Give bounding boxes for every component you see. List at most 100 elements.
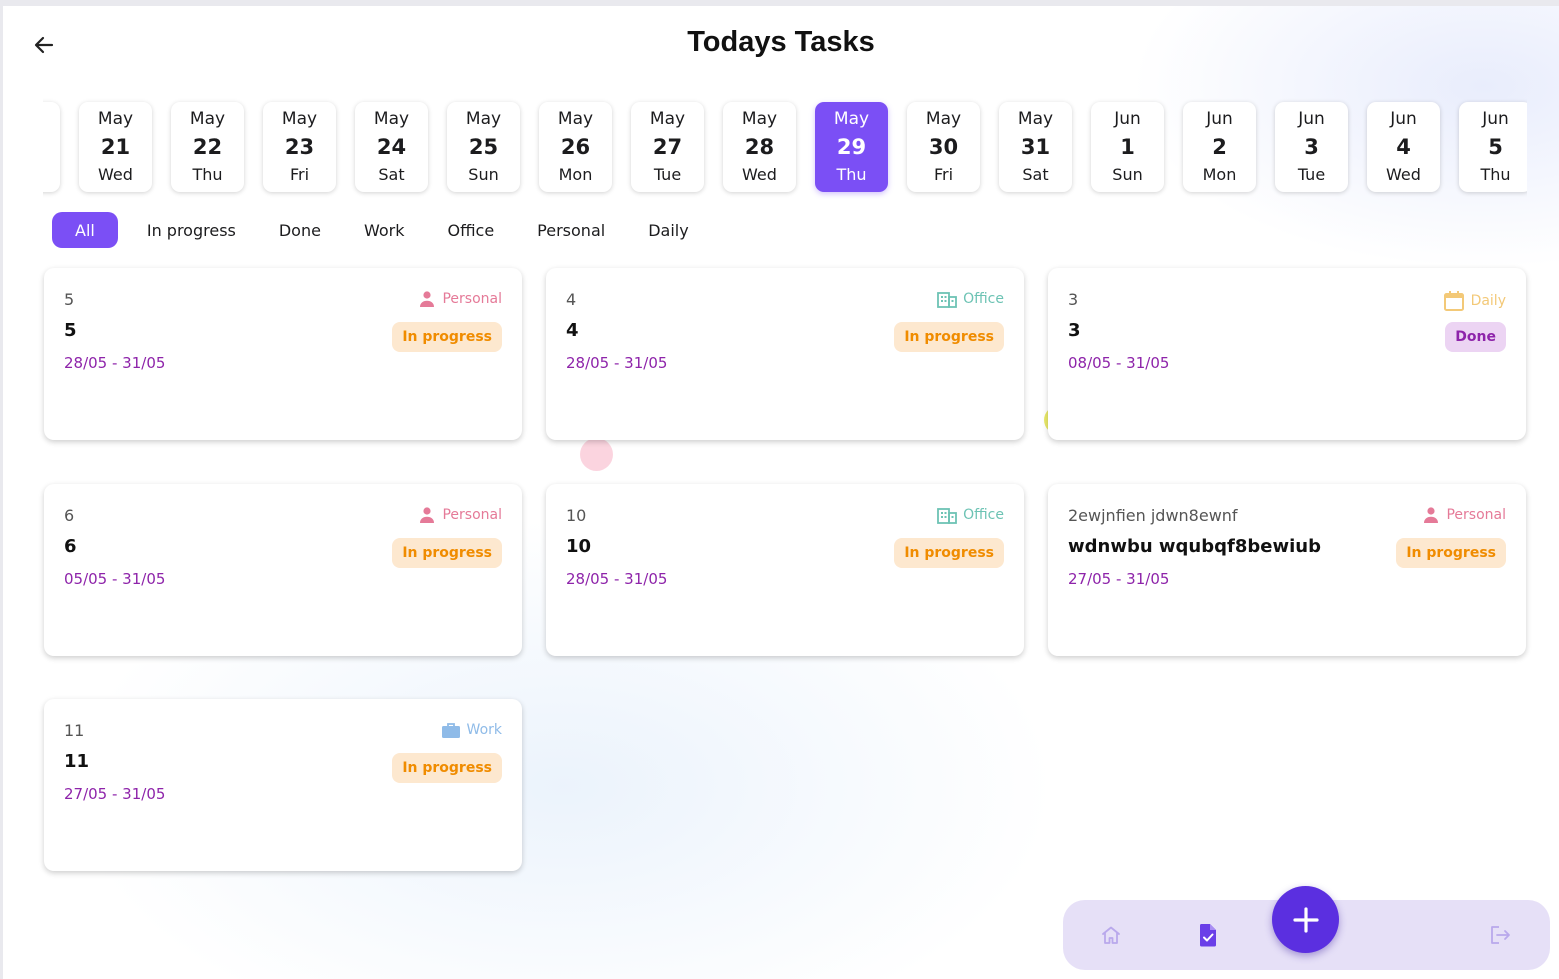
- task-id: 5: [64, 290, 75, 309]
- task-id: 11: [64, 721, 85, 740]
- task-name: 10: [566, 536, 592, 557]
- task-category: Office: [937, 290, 1004, 308]
- page-title: Todays Tasks: [687, 26, 875, 58]
- date-chip-weekday: Thu: [1480, 165, 1511, 184]
- date-chip-weekday: Wed: [1386, 165, 1421, 184]
- task-category: Daily: [1443, 290, 1506, 312]
- date-chip-weekday: Thu: [836, 165, 867, 184]
- tasks-nav-button[interactable]: [1191, 918, 1225, 952]
- date-chip-weekday: Thu: [192, 165, 223, 184]
- task-card[interactable]: 5 5 28/05 - 31/05 Personal In progress: [44, 268, 522, 440]
- date-chip-weekday: Wed: [98, 165, 133, 184]
- task-category: Personal: [418, 290, 502, 308]
- date-chip-month: Jun: [1114, 109, 1141, 129]
- task-card[interactable]: 10 10 28/05 - 31/05 Office In progress: [546, 484, 1024, 656]
- date-chip-day: 2: [1212, 135, 1227, 159]
- task-category: Personal: [1422, 506, 1506, 524]
- date-chip-month: May: [649, 109, 686, 129]
- filter-tab-personal[interactable]: Personal: [516, 212, 626, 248]
- date-chip[interactable]: May 29 Thu: [815, 102, 888, 192]
- date-chip-day: 31: [1020, 135, 1051, 159]
- filter-tab-work[interactable]: Work: [343, 212, 426, 248]
- date-chip-month: May: [741, 109, 778, 129]
- date-chip[interactable]: May 27 Tue: [631, 102, 704, 192]
- filter-tab-done[interactable]: Done: [258, 212, 342, 248]
- date-chip[interactable]: Jun 4 Wed: [1367, 102, 1440, 192]
- date-chip[interactable]: Jun 2 Mon: [1183, 102, 1256, 192]
- date-chip-weekday: Sat: [1022, 165, 1049, 184]
- task-id: 3: [1068, 290, 1079, 309]
- date-chip[interactable]: May 31 Sat: [999, 102, 1072, 192]
- date-chip-month: Jun: [1298, 109, 1325, 129]
- date-picker-strip[interactable]: May20TueMay21WedMay22ThuMay23FriMay24Sat…: [43, 96, 1527, 200]
- task-date-range: 28/05 - 31/05: [64, 354, 166, 372]
- date-chip[interactable]: May20Tue: [43, 102, 60, 192]
- logout-icon: [1491, 926, 1510, 944]
- date-chip-weekday: Fri: [933, 165, 954, 184]
- date-chip[interactable]: May 28 Wed: [723, 102, 796, 192]
- date-chip[interactable]: May 26 Mon: [539, 102, 612, 192]
- date-chip-day: 23: [284, 135, 315, 159]
- task-id: 10: [566, 506, 587, 525]
- date-chip[interactable]: May 21 Wed: [79, 102, 152, 192]
- task-category: Work: [441, 721, 502, 739]
- date-chip-day: 29: [836, 135, 867, 159]
- filter-tab-daily[interactable]: Daily: [627, 212, 709, 248]
- date-chip-weekday: Wed: [742, 165, 777, 184]
- status-badge: In progress: [392, 322, 502, 352]
- task-category-label: Work: [466, 722, 502, 738]
- date-chip[interactable]: Jun 3 Tue: [1275, 102, 1348, 192]
- calendar-icon: [1443, 290, 1465, 312]
- status-badge: In progress: [1396, 538, 1506, 568]
- filter-tabs: All In progress Done Work Office Personal Dail…: [52, 212, 711, 248]
- date-chip-weekday: Tue: [1297, 165, 1326, 184]
- task-card[interactable]: 4 4 28/05 - 31/05 Office In progress: [546, 268, 1024, 440]
- date-chip-weekday: Fri: [289, 165, 310, 184]
- filter-tab-in-progress[interactable]: In progress: [126, 212, 257, 248]
- date-chip-day: 22: [192, 135, 223, 159]
- date-chip[interactable]: May 23 Fri: [263, 102, 336, 192]
- task-card[interactable]: 6 6 05/05 - 31/05 Personal In progress: [44, 484, 522, 656]
- task-name: 3: [1068, 320, 1081, 341]
- task-card[interactable]: 2ewjnfien jdwn8ewnf wdnwbu wqubqf8bewiub 2…: [1048, 484, 1526, 656]
- filter-tab-all[interactable]: All: [52, 212, 118, 248]
- filter-tab-office[interactable]: Office: [426, 212, 515, 248]
- date-chip-day: 26: [560, 135, 591, 159]
- date-chip[interactable]: May 24 Sat: [355, 102, 428, 192]
- date-chip[interactable]: May 25 Sun: [447, 102, 520, 192]
- task-card[interactable]: 3 3 08/05 - 31/05 Daily Done: [1048, 268, 1526, 440]
- date-chip[interactable]: May 22 Thu: [171, 102, 244, 192]
- home-icon: [1102, 926, 1120, 944]
- task-card[interactable]: 11 11 27/05 - 31/05 Work In progress: [44, 699, 522, 871]
- date-chip-day: 28: [744, 135, 775, 159]
- app-screen: Todays Tasks May20TueMay21WedMay22ThuMay…: [0, 0, 1559, 979]
- date-chip-month: May: [97, 109, 134, 129]
- date-chip-weekday: Mon: [1202, 165, 1237, 184]
- task-doc-icon: [1199, 924, 1216, 947]
- task-name: 11: [64, 751, 90, 772]
- status-badge: In progress: [894, 322, 1004, 352]
- date-chip-month: Jun: [1206, 109, 1233, 129]
- date-chip-month: May: [281, 109, 318, 129]
- task-id: 6: [64, 506, 75, 525]
- date-chip[interactable]: May 30 Fri: [907, 102, 980, 192]
- logout-nav-button[interactable]: [1483, 918, 1517, 952]
- date-chip[interactable]: Jun 5 Thu: [1459, 102, 1527, 192]
- task-category-label: Personal: [1446, 507, 1506, 523]
- briefcase-icon: [441, 721, 461, 739]
- date-chip[interactable]: Jun 1 Sun: [1091, 102, 1164, 192]
- date-chip-day: 30: [928, 135, 959, 159]
- date-chip-month: Jun: [1390, 109, 1417, 129]
- date-chip-day: 21: [100, 135, 131, 159]
- plus-icon: [1292, 906, 1319, 933]
- date-chip-weekday: Mon: [558, 165, 593, 184]
- date-chip-day: 3: [1304, 135, 1319, 159]
- task-date-range: 08/05 - 31/05: [1068, 354, 1170, 372]
- date-chip-month: May: [1017, 109, 1054, 129]
- home-nav-button[interactable]: [1094, 918, 1128, 952]
- task-category-label: Office: [963, 507, 1004, 523]
- date-chip-day: 4: [1396, 135, 1411, 159]
- date-track: May20TueMay21WedMay22ThuMay23FriMay24Sat…: [43, 102, 1527, 192]
- add-task-button[interactable]: [1272, 886, 1339, 953]
- date-chip-day: 1: [1120, 135, 1135, 159]
